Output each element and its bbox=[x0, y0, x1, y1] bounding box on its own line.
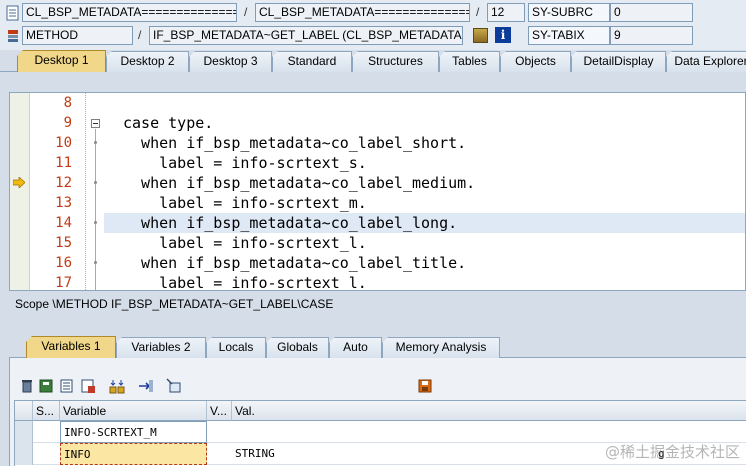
info-icon[interactable]: i bbox=[495, 27, 511, 43]
call-stack-icon[interactable] bbox=[473, 28, 488, 43]
scope-path: Scope \METHOD IF_BSP_METADATA~GET_LABEL\… bbox=[0, 293, 746, 315]
value-cell[interactable] bbox=[232, 421, 746, 443]
current-line-arrow-icon bbox=[13, 177, 25, 188]
fold-marker bbox=[94, 181, 97, 184]
change-icon[interactable] bbox=[80, 378, 96, 394]
code-text: label = info-scrtext_m. bbox=[123, 194, 367, 212]
table-row[interactable]: INFO-SCRTEXT_M bbox=[15, 421, 746, 443]
code-text: when if_bsp_metadata~co_label_medium. bbox=[123, 174, 476, 192]
column-header-v[interactable]: V... bbox=[207, 401, 232, 421]
collapse-icon[interactable] bbox=[91, 119, 100, 128]
source-code-editor[interactable]: 8 9 case type. 10 when if_bsp_metadata~c… bbox=[9, 92, 746, 291]
column-header-status[interactable]: S... bbox=[33, 401, 60, 421]
separator: / bbox=[244, 5, 248, 19]
separator: / bbox=[138, 28, 142, 42]
tab-standard[interactable]: Standard bbox=[272, 51, 352, 72]
tab-detail-display[interactable]: DetailDisplay bbox=[571, 51, 666, 72]
line-number: 9 bbox=[63, 115, 72, 131]
line-number: 12 bbox=[55, 175, 72, 191]
debugger-header: CL_BSP_METADATA=============== / CL_BSP_… bbox=[0, 0, 746, 50]
code-text: case type. bbox=[123, 114, 214, 132]
variable-cell-selected[interactable]: INFO bbox=[60, 443, 207, 465]
tab-desktop-3[interactable]: Desktop 3 bbox=[189, 51, 272, 72]
separator: / bbox=[476, 5, 480, 19]
save-layout-icon[interactable] bbox=[38, 378, 54, 394]
line-number: 8 bbox=[63, 95, 72, 111]
line-number: 16 bbox=[55, 255, 72, 271]
tab-globals[interactable]: Globals bbox=[266, 337, 329, 358]
row-selector[interactable] bbox=[15, 443, 33, 465]
watermark: @稀土掘金技术社区 bbox=[604, 443, 740, 461]
tab-locals[interactable]: Locals bbox=[206, 337, 266, 358]
code-line[interactable]: 11 label = info-scrtext_s. bbox=[10, 153, 745, 173]
code-text: when if_bsp_metadata~co_label_short. bbox=[123, 134, 467, 152]
row-selector[interactable] bbox=[15, 421, 33, 443]
row-selector-header[interactable] bbox=[15, 401, 33, 421]
select-icon[interactable] bbox=[166, 378, 182, 394]
fold-guide bbox=[95, 129, 96, 290]
tab-desktop-1[interactable]: Desktop 1 bbox=[17, 50, 106, 72]
tab-variables-1[interactable]: Variables 1 bbox=[26, 336, 116, 358]
variable-value-field-1[interactable]: 0 bbox=[610, 3, 693, 22]
include-field[interactable]: CL_BSP_METADATA=============== bbox=[255, 3, 470, 22]
line-number-field[interactable]: 12 bbox=[487, 3, 525, 22]
line-number: 15 bbox=[55, 235, 72, 251]
variable-name-field-2[interactable]: SY-TABIX bbox=[528, 26, 610, 45]
event-type-field[interactable]: METHOD bbox=[22, 26, 133, 45]
delete-icon[interactable] bbox=[19, 378, 35, 394]
code-line[interactable]: 10 when if_bsp_metadata~co_label_short. bbox=[10, 133, 745, 153]
variable-cell[interactable]: INFO-SCRTEXT_M bbox=[60, 421, 207, 443]
line-number: 13 bbox=[55, 195, 72, 211]
line-number: 17 bbox=[55, 275, 72, 291]
code-line[interactable]: 8 bbox=[10, 93, 745, 113]
fold-marker bbox=[94, 141, 97, 144]
tab-auto[interactable]: Auto bbox=[329, 337, 382, 358]
transfer-icon[interactable] bbox=[138, 378, 154, 394]
tab-structures[interactable]: Structures bbox=[352, 51, 439, 72]
variable-name-field-1[interactable]: SY-SUBRC bbox=[528, 3, 610, 22]
program-field[interactable]: CL_BSP_METADATA=============== bbox=[22, 3, 237, 22]
fold-marker bbox=[94, 261, 97, 264]
program-icon bbox=[6, 5, 19, 21]
method-icon bbox=[8, 30, 18, 42]
line-number: 10 bbox=[55, 135, 72, 151]
tab-memory-analysis[interactable]: Memory Analysis bbox=[382, 337, 500, 358]
line-number: 11 bbox=[55, 155, 72, 171]
column-header-value[interactable]: Val. bbox=[232, 401, 746, 421]
code-line[interactable]: 13 label = info-scrtext_m. bbox=[10, 193, 745, 213]
code-line-highlighted[interactable]: 14 when if_bsp_metadata~co_label_long. bbox=[10, 213, 745, 233]
fold-marker bbox=[94, 221, 97, 224]
tab-data-explorer[interactable]: Data Explorer bbox=[666, 51, 746, 72]
code-line-current[interactable]: 12 when if_bsp_metadata~co_label_medium. bbox=[10, 173, 745, 193]
event-name-field[interactable]: IF_BSP_METADATA~GET_LABEL (CL_BSP_METADA… bbox=[149, 26, 463, 45]
code-text: when if_bsp_metadata~co_label_title. bbox=[123, 254, 467, 272]
code-text: when if_bsp_metadata~co_label_long. bbox=[123, 214, 458, 232]
column-header-variable[interactable]: Variable bbox=[60, 401, 207, 421]
value-cell[interactable]: STRING bbox=[232, 443, 352, 465]
code-text: label = info-scrtext_l. bbox=[123, 234, 367, 252]
code-line[interactable]: 16 when if_bsp_metadata~co_label_title. bbox=[10, 253, 745, 273]
line-number: 14 bbox=[55, 215, 72, 231]
code-line[interactable]: 17 label = info-scrtext_l. bbox=[10, 273, 745, 291]
tab-tables[interactable]: Tables bbox=[439, 51, 500, 72]
code-line[interactable]: 15 label = info-scrtext_l. bbox=[10, 233, 745, 253]
desktop-tabs: Desktop 1 Desktop 2 Desktop 3 Standard S… bbox=[0, 50, 746, 72]
header-row-event: METHOD / IF_BSP_METADATA~GET_LABEL (CL_B… bbox=[0, 26, 746, 48]
tab-variables-2[interactable]: Variables 2 bbox=[116, 337, 206, 358]
code-line[interactable]: 9 case type. bbox=[10, 113, 745, 133]
split-icon[interactable] bbox=[109, 378, 125, 394]
variable-value-field-2[interactable]: 9 bbox=[610, 26, 693, 45]
code-text: label = info-scrtext_l. bbox=[123, 274, 367, 291]
tab-objects[interactable]: Objects bbox=[500, 51, 571, 72]
header-row-program: CL_BSP_METADATA=============== / CL_BSP_… bbox=[0, 3, 746, 25]
code-text: label = info-scrtext_s. bbox=[123, 154, 367, 172]
variable-tabs: Variables 1 Variables 2 Locals Globals A… bbox=[9, 336, 746, 358]
display-icon[interactable] bbox=[59, 378, 75, 394]
save-icon[interactable] bbox=[417, 378, 433, 394]
tab-desktop-2[interactable]: Desktop 2 bbox=[106, 51, 189, 72]
